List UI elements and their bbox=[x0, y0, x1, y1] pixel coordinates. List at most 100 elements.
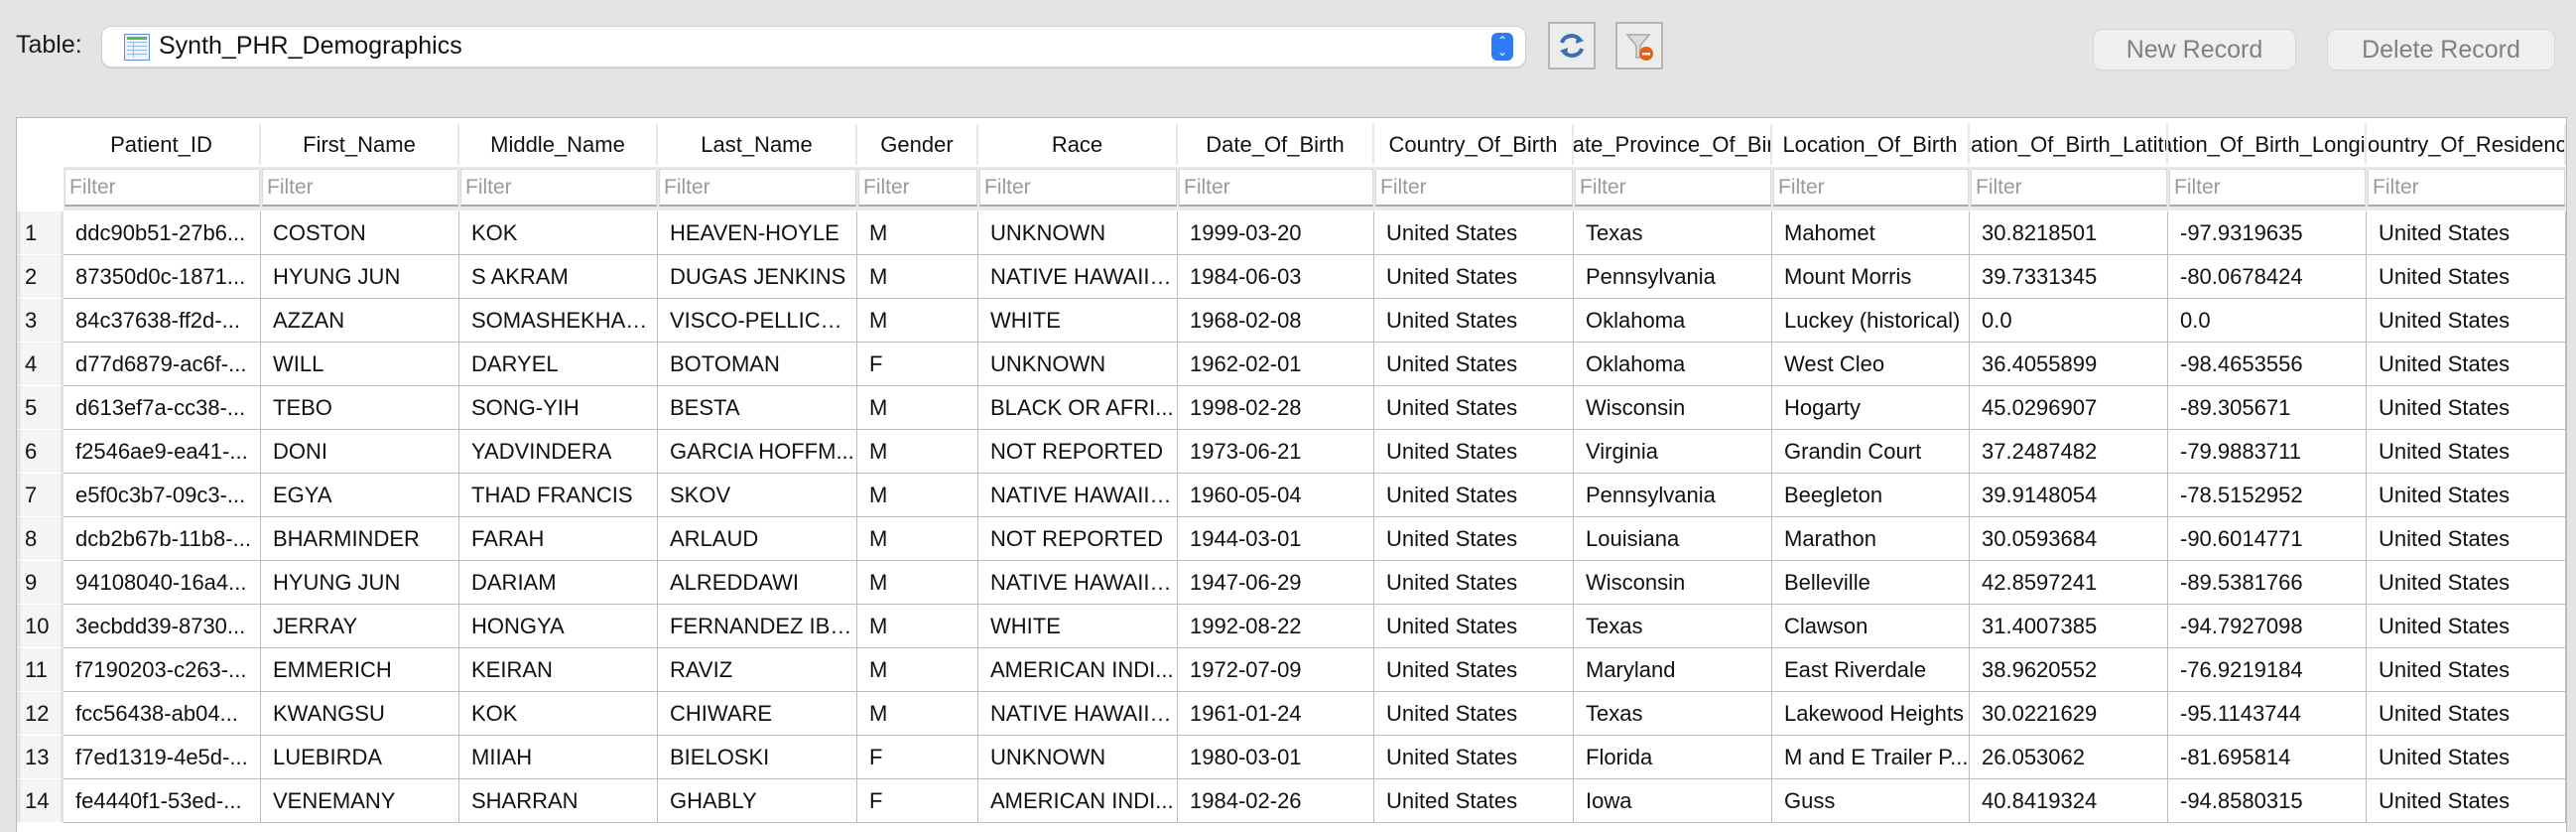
table-cell[interactable]: 87350d0c-1871... bbox=[64, 255, 261, 299]
table-cell[interactable]: -98.4653556 bbox=[2168, 343, 2367, 386]
column-filter-input[interactable] bbox=[1971, 169, 2167, 207]
table-cell[interactable]: 1944-03-01 bbox=[1178, 517, 1374, 561]
table-cell[interactable]: M bbox=[857, 474, 978, 517]
table-cell[interactable]: HONGYA bbox=[459, 605, 658, 648]
new-record-button[interactable]: New Record bbox=[2094, 30, 2295, 69]
table-cell[interactable]: WILL bbox=[261, 343, 459, 386]
table-cell[interactable]: fcc56438-ab04... bbox=[64, 692, 261, 736]
table-cell[interactable]: United States bbox=[2367, 692, 2566, 736]
table-cell[interactable]: 38.9620552 bbox=[1970, 648, 2168, 692]
table-cell[interactable]: United States bbox=[1374, 648, 1574, 692]
column-header[interactable]: Race bbox=[978, 124, 1178, 165]
table-row[interactable]: 13 f7ed1319-4e5d-... LUEBIRDA MIIAH BIELOSKI… bbox=[17, 736, 2566, 779]
table-cell[interactable]: AZZAN bbox=[261, 299, 459, 343]
table-cell[interactable]: BESTA bbox=[658, 386, 857, 430]
column-filter-input[interactable] bbox=[2169, 169, 2366, 207]
table-cell[interactable]: NATIVE HAWAIIA... bbox=[978, 561, 1178, 605]
table-cell[interactable]: United States bbox=[1374, 343, 1574, 386]
table-cell[interactable]: -94.8580315 bbox=[2168, 779, 2367, 823]
table-cell[interactable]: EMMERICH bbox=[261, 648, 459, 692]
table-cell[interactable]: United States bbox=[2367, 517, 2566, 561]
table-cell[interactable]: 1999-03-20 bbox=[1178, 211, 1374, 255]
column-filter-input[interactable] bbox=[1375, 169, 1573, 207]
table-row[interactable]: 5 d613ef7a-cc38-... TEBO SONG-YIH BESTA M BLAC… bbox=[17, 386, 2566, 430]
table-cell[interactable]: Guss bbox=[1772, 779, 1970, 823]
table-cell[interactable]: -81.695814 bbox=[2168, 736, 2367, 779]
column-header[interactable]: Country_Of_Birth bbox=[1374, 124, 1574, 165]
table-cell[interactable]: Mahomet bbox=[1772, 211, 1970, 255]
column-header[interactable]: Location_Of_Birth bbox=[1772, 124, 1970, 165]
table-cell[interactable]: FERNANDEZ IBA... bbox=[658, 605, 857, 648]
table-cell[interactable]: United States bbox=[1374, 605, 1574, 648]
row-number[interactable]: 14 bbox=[17, 779, 64, 823]
table-cell[interactable]: Texas bbox=[1574, 692, 1772, 736]
table-cell[interactable]: F bbox=[857, 779, 978, 823]
table-cell[interactable]: -78.5152952 bbox=[2168, 474, 2367, 517]
table-cell[interactable]: F bbox=[857, 343, 978, 386]
table-row[interactable]: 2 87350d0c-1871... HYUNG JUN S AKRAM DUGAS J… bbox=[17, 255, 2566, 299]
table-cell[interactable]: RAVIZ bbox=[658, 648, 857, 692]
table-cell[interactable]: ARLAUD bbox=[658, 517, 857, 561]
table-cell[interactable]: 26.053062 bbox=[1970, 736, 2168, 779]
table-cell[interactable]: UNKNOWN bbox=[978, 736, 1178, 779]
row-number[interactable]: 10 bbox=[17, 605, 64, 648]
table-cell[interactable]: KOK bbox=[459, 211, 658, 255]
table-cell[interactable]: United States bbox=[1374, 211, 1574, 255]
table-cell[interactable]: United States bbox=[2367, 343, 2566, 386]
table-cell[interactable]: -89.5381766 bbox=[2168, 561, 2367, 605]
table-cell[interactable]: Texas bbox=[1574, 605, 1772, 648]
table-row[interactable]: 4 d77d6879-ac6f-... WILL DARYEL BOTOMAN F UNKN… bbox=[17, 343, 2566, 386]
column-header[interactable]: Gender bbox=[857, 124, 978, 165]
table-cell[interactable]: JERRAY bbox=[261, 605, 459, 648]
table-cell[interactable]: 30.0221629 bbox=[1970, 692, 2168, 736]
column-header[interactable]: Date_Of_Birth bbox=[1178, 124, 1374, 165]
row-number[interactable]: 7 bbox=[17, 474, 64, 517]
column-header[interactable]: Country_Of_Residence bbox=[2367, 124, 2566, 165]
table-cell[interactable]: AMERICAN INDI... bbox=[978, 779, 1178, 823]
table-row[interactable]: 10 3ecbdd39-8730... JERRAY HONGYA FERNANDEZ … bbox=[17, 605, 2566, 648]
table-cell[interactable]: Luckey (historical) bbox=[1772, 299, 1970, 343]
table-cell[interactable]: HYUNG JUN bbox=[261, 561, 459, 605]
row-number[interactable]: 6 bbox=[17, 430, 64, 474]
table-cell[interactable]: DONI bbox=[261, 430, 459, 474]
row-number[interactable]: 11 bbox=[17, 648, 64, 692]
table-cell[interactable]: United States bbox=[2367, 211, 2566, 255]
table-row[interactable]: 14 fe4440f1-53ed-... VENEMANY SHARRAN GHABLY… bbox=[17, 779, 2566, 823]
row-number[interactable]: 8 bbox=[17, 517, 64, 561]
table-row[interactable]: 9 94108040-16a4... HYUNG JUN DARIAM ALREDDAW… bbox=[17, 561, 2566, 605]
table-cell[interactable]: COSTON bbox=[261, 211, 459, 255]
table-cell[interactable]: 1962-02-01 bbox=[1178, 343, 1374, 386]
row-number[interactable]: 13 bbox=[17, 736, 64, 779]
row-number[interactable]: 4 bbox=[17, 343, 64, 386]
column-filter-input[interactable] bbox=[64, 169, 260, 207]
table-cell[interactable]: 36.4055899 bbox=[1970, 343, 2168, 386]
table-cell[interactable]: 0.0 bbox=[2168, 299, 2367, 343]
table-cell[interactable]: BLACK OR AFRI... bbox=[978, 386, 1178, 430]
table-cell[interactable]: United States bbox=[1374, 430, 1574, 474]
table-cell[interactable]: d613ef7a-cc38-... bbox=[64, 386, 261, 430]
table-cell[interactable]: United States bbox=[1374, 736, 1574, 779]
column-header[interactable]: State_Province_Of_Birth bbox=[1574, 124, 1772, 165]
table-cell[interactable]: Florida bbox=[1574, 736, 1772, 779]
table-cell[interactable]: FARAH bbox=[459, 517, 658, 561]
column-filter-input[interactable] bbox=[659, 169, 856, 207]
table-cell[interactable]: f7190203-c263-... bbox=[64, 648, 261, 692]
table-cell[interactable]: 30.0593684 bbox=[1970, 517, 2168, 561]
table-cell[interactable]: -94.7927098 bbox=[2168, 605, 2367, 648]
table-cell[interactable]: 1968-02-08 bbox=[1178, 299, 1374, 343]
table-select[interactable]: Synth_PHR_Demographics ⌃ ⌄ bbox=[102, 27, 1525, 67]
table-cell[interactable]: NATIVE HAWAIIA... bbox=[978, 474, 1178, 517]
table-cell[interactable]: f2546ae9-ea41-... bbox=[64, 430, 261, 474]
table-row[interactable]: 6 f2546ae9-ea41-... DONI YADVINDERA GARCIA H… bbox=[17, 430, 2566, 474]
table-cell[interactable]: Marathon bbox=[1772, 517, 1970, 561]
column-filter-input[interactable] bbox=[262, 169, 458, 207]
table-cell[interactable]: 1972-07-09 bbox=[1178, 648, 1374, 692]
table-cell[interactable]: f7ed1319-4e5d-... bbox=[64, 736, 261, 779]
table-cell[interactable]: Iowa bbox=[1574, 779, 1772, 823]
table-cell[interactable]: GHABLY bbox=[658, 779, 857, 823]
column-filter-input[interactable] bbox=[979, 169, 1177, 207]
table-cell[interactable]: United States bbox=[2367, 561, 2566, 605]
table-cell[interactable]: VISCO-PELLICCIO bbox=[658, 299, 857, 343]
column-filter-input[interactable] bbox=[1179, 169, 1373, 207]
table-cell[interactable]: Pennsylvania bbox=[1574, 474, 1772, 517]
